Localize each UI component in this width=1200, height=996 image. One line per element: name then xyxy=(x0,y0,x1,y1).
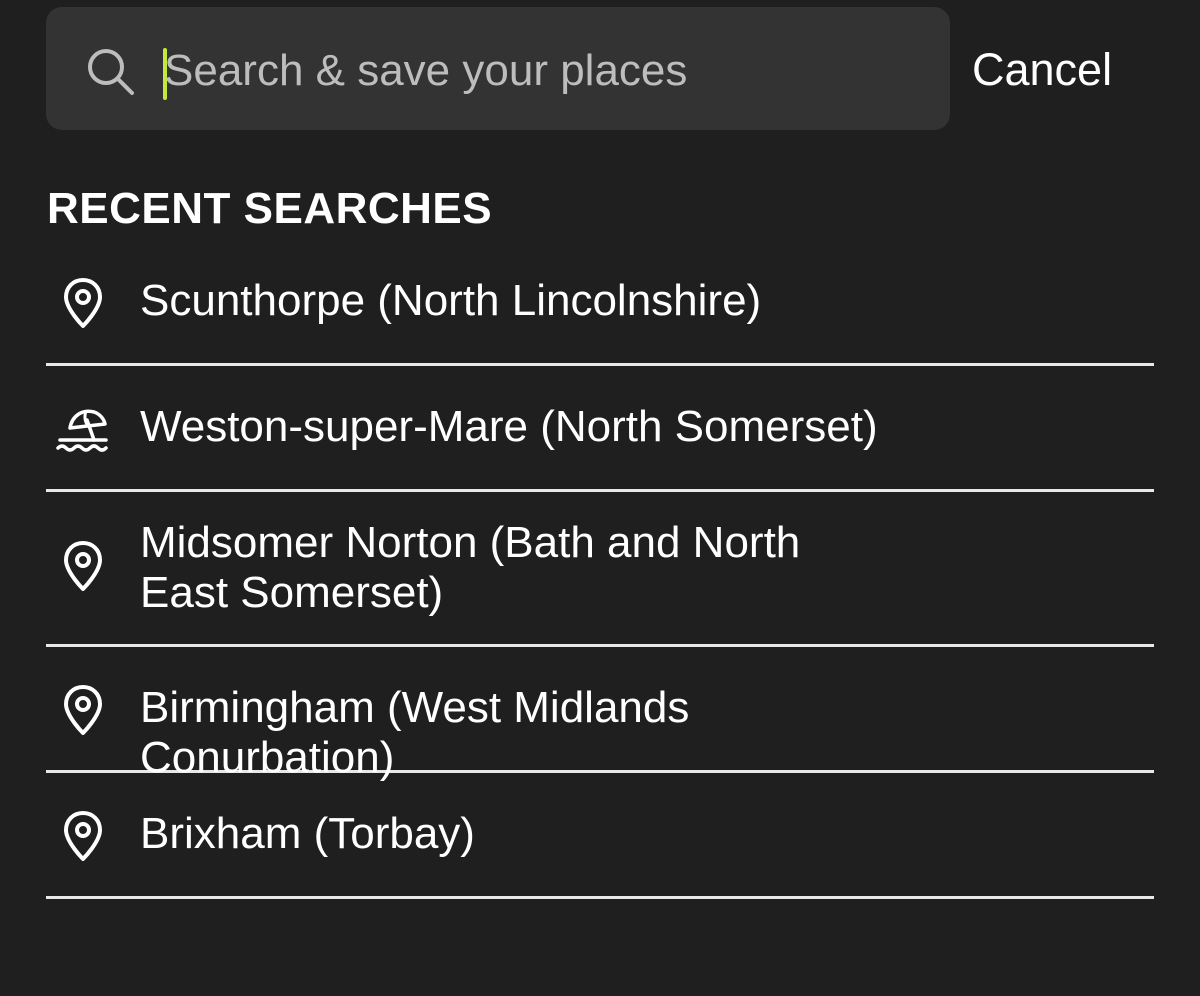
search-icon xyxy=(88,49,134,95)
search-bar: Cancel xyxy=(0,0,1200,140)
location-pin-icon xyxy=(64,278,102,328)
recent-item-label: Birmingham (West Midlands Conurbation) xyxy=(140,683,690,782)
recent-searches-heading: RECENT SEARCHES xyxy=(47,184,493,233)
recent-item-midsomer-norton[interactable]: Midsomer Norton (Bath and North East Som… xyxy=(46,492,1154,647)
recent-item-birmingham[interactable]: Birmingham (West Midlands Conurbation) xyxy=(46,647,1154,782)
location-pin-icon xyxy=(64,685,102,735)
beach-umbrella-icon xyxy=(56,409,108,452)
recent-item-label: Midsomer Norton (Bath and North East Som… xyxy=(140,518,801,617)
recent-item-label: Weston-super-Mare (North Somerset) xyxy=(140,402,878,451)
recent-item-brixham[interactable]: Brixham (Torbay) xyxy=(46,773,1154,899)
recent-item-weston-super-mare[interactable]: Weston-super-Mare (North Somerset) xyxy=(46,366,1154,492)
recent-item-scunthorpe[interactable]: Scunthorpe (North Lincolnshire) xyxy=(46,240,1154,366)
location-pin-icon xyxy=(64,541,102,591)
cancel-button[interactable]: Cancel xyxy=(972,40,1112,100)
location-pin-icon xyxy=(64,811,102,861)
recent-searches-list: Scunthorpe (North Lincolnshire) Weston-s… xyxy=(46,240,1154,899)
recent-item-label: Scunthorpe (North Lincolnshire) xyxy=(140,276,762,325)
recent-item-label: Brixham (Torbay) xyxy=(140,809,475,858)
search-input[interactable] xyxy=(164,36,924,106)
